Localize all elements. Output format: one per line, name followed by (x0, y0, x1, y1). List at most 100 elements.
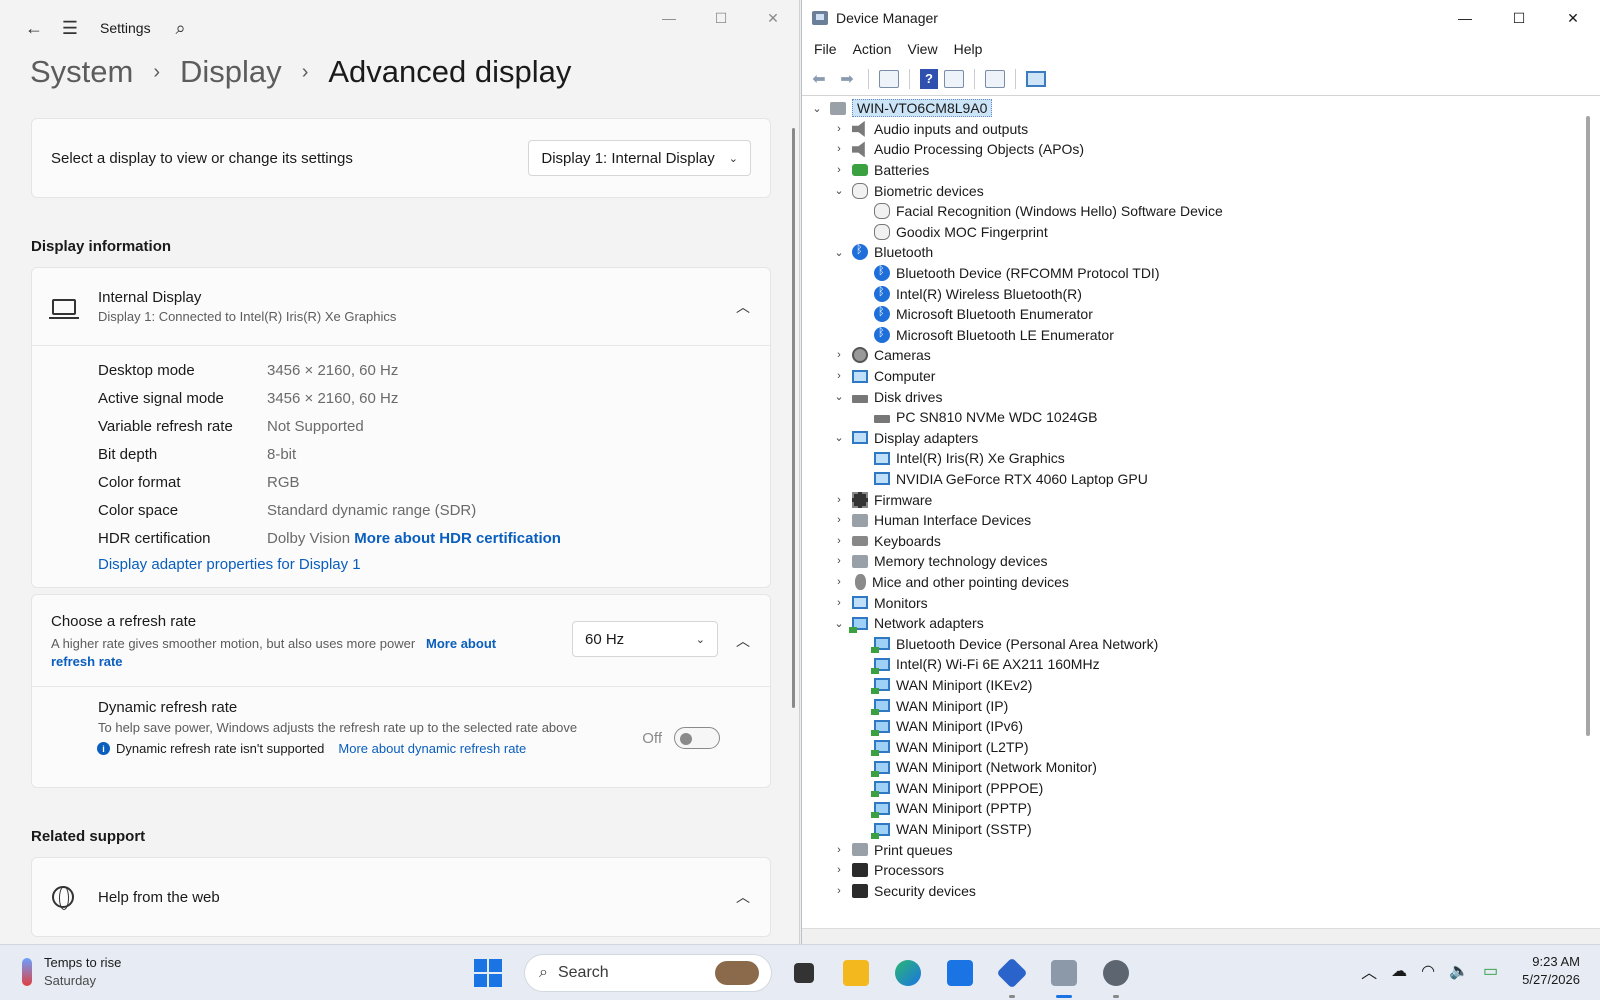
chevron-down-icon[interactable]: ⌄ (810, 102, 824, 115)
chevron-right-icon[interactable]: › (832, 597, 846, 609)
chevron-right-icon[interactable]: › (832, 164, 846, 176)
help-from-web-card[interactable]: Help from the web ︿ (31, 857, 771, 937)
chevron-down-icon[interactable]: ⌄ (832, 184, 846, 197)
tree-device[interactable]: WAN Miniport (IKEv2) (802, 675, 1572, 696)
display-select-dropdown[interactable]: Display 1: Internal Display ⌄ (528, 140, 751, 176)
chevron-up-icon[interactable]: ︿ (736, 297, 750, 317)
back-arrow-icon[interactable]: ⬅ (808, 68, 830, 90)
task-view-icon[interactable] (784, 953, 824, 993)
chevron-right-icon[interactable]: › (832, 370, 846, 382)
horizontal-scrollbar[interactable] (802, 928, 1600, 944)
tree-device[interactable]: WAN Miniport (PPTP) (802, 798, 1572, 819)
settings-gear-icon[interactable] (1096, 953, 1136, 998)
update-driver-icon[interactable] (985, 69, 1005, 88)
chevron-right-icon[interactable]: › (832, 555, 846, 567)
scrollbar[interactable] (792, 128, 795, 708)
tree-category[interactable]: ⌄ Bluetooth (802, 242, 1572, 263)
tree-root[interactable]: ⌄ WIN-VTO6CM8L9A0 (802, 98, 1572, 119)
adapter-properties-link[interactable]: Display adapter properties for Display 1 (98, 556, 361, 573)
file-explorer-icon[interactable] (836, 953, 876, 993)
tree-category[interactable]: ⌄ Network adapters (802, 613, 1572, 634)
tree-device[interactable]: WAN Miniport (PPPOE) (802, 778, 1572, 799)
chevron-down-icon[interactable]: ⌄ (832, 246, 846, 259)
minimize-button[interactable]: — (643, 0, 695, 36)
chevron-right-icon[interactable]: › (832, 349, 846, 361)
wifi-icon[interactable]: ◠ (1421, 961, 1435, 981)
chevron-right-icon[interactable]: › (832, 864, 846, 876)
close-button[interactable]: ✕ (747, 0, 799, 36)
powershell-icon[interactable] (992, 953, 1032, 998)
chevron-right-icon[interactable]: › (832, 514, 846, 526)
tree-device[interactable]: Microsoft Bluetooth Enumerator (802, 304, 1572, 325)
scrollbar[interactable] (1586, 116, 1590, 736)
battery-icon[interactable]: ▭ (1483, 961, 1498, 981)
tree-category[interactable]: ⌄ Biometric devices (802, 180, 1572, 201)
tree-category[interactable]: › Cameras (802, 345, 1572, 366)
menu-help[interactable]: Help (946, 41, 991, 57)
chevron-up-icon[interactable]: ︿ (1361, 959, 1377, 983)
tree-device[interactable]: Intel(R) Wireless Bluetooth(R) (802, 283, 1572, 304)
chevron-right-icon[interactable]: › (832, 885, 846, 897)
tree-category[interactable]: › Memory technology devices (802, 551, 1572, 572)
tree-category[interactable]: › Processors (802, 860, 1572, 881)
chevron-down-icon[interactable]: ⌄ (832, 617, 846, 630)
breadcrumb-display[interactable]: Display (180, 54, 282, 90)
volume-icon[interactable]: 🔈 (1449, 961, 1469, 981)
device-manager-taskbar-icon[interactable] (1044, 953, 1084, 998)
chevron-right-icon[interactable]: › (832, 576, 846, 588)
tree-category[interactable]: › Human Interface Devices (802, 510, 1572, 531)
chevron-up-icon[interactable]: ︿ (736, 887, 750, 907)
tree-device[interactable]: Facial Recognition (Windows Hello) Softw… (802, 201, 1572, 222)
tree-device[interactable]: WAN Miniport (IPv6) (802, 716, 1572, 737)
tree-device[interactable]: Bluetooth Device (Personal Area Network) (802, 633, 1572, 654)
tree-device[interactable]: PC SN810 NVMe WDC 1024GB (802, 407, 1572, 428)
search-icon[interactable]: ⌕ (163, 10, 199, 46)
chevron-right-icon[interactable]: › (832, 123, 846, 135)
chevron-right-icon[interactable]: › (832, 494, 846, 506)
hamburger-icon[interactable]: ☰ (52, 10, 88, 46)
breadcrumb-system[interactable]: System (30, 54, 133, 90)
properties-icon[interactable] (944, 69, 964, 88)
chevron-right-icon[interactable]: › (832, 535, 846, 547)
hdr-certification-link[interactable]: More about HDR certification (354, 530, 561, 547)
tree-device[interactable]: WAN Miniport (L2TP) (802, 736, 1572, 757)
dynamic-refresh-link[interactable]: More about dynamic refresh rate (338, 741, 526, 756)
maximize-button[interactable]: ☐ (1492, 0, 1546, 36)
menu-view[interactable]: View (899, 41, 945, 57)
scan-hardware-icon[interactable] (1026, 70, 1046, 87)
chevron-down-icon[interactable]: ⌄ (832, 390, 846, 403)
close-button[interactable]: ✕ (1546, 0, 1600, 36)
tree-device[interactable]: NVIDIA GeForce RTX 4060 Laptop GPU (802, 469, 1572, 490)
tree-device[interactable]: WAN Miniport (Network Monitor) (802, 757, 1572, 778)
store-icon[interactable] (940, 953, 980, 993)
tree-category[interactable]: ⌄ Disk drives (802, 386, 1572, 407)
display-info-header[interactable]: Internal Display Display 1: Connected to… (32, 268, 770, 346)
show-hide-console-tree-icon[interactable] (879, 69, 899, 88)
tree-category[interactable]: › Print queues (802, 839, 1572, 860)
dynamic-refresh-toggle[interactable] (674, 727, 720, 749)
chevron-down-icon[interactable]: ⌄ (832, 431, 846, 444)
taskbar-search[interactable]: ⌕ Search (524, 954, 772, 992)
cloud-off-icon[interactable]: ☁ (1391, 961, 1407, 981)
tree-device[interactable]: Bluetooth Device (RFCOMM Protocol TDI) (802, 263, 1572, 284)
forward-arrow-icon[interactable]: ➡ (836, 68, 858, 90)
chevron-right-icon[interactable]: › (832, 143, 846, 155)
tree-category[interactable]: › Security devices (802, 881, 1572, 902)
tree-device[interactable]: Microsoft Bluetooth LE Enumerator (802, 325, 1572, 346)
back-arrow-icon[interactable]: ← (16, 10, 52, 46)
edge-icon[interactable] (888, 953, 928, 993)
menu-action[interactable]: Action (845, 41, 900, 57)
tree-category[interactable]: › Keyboards (802, 530, 1572, 551)
start-button[interactable] (474, 959, 502, 987)
tree-device[interactable]: WAN Miniport (SSTP) (802, 819, 1572, 840)
tree-category[interactable]: ⌄ Display adapters (802, 428, 1572, 449)
tree-device[interactable]: Goodix MOC Fingerprint (802, 222, 1572, 243)
minimize-button[interactable]: — (1438, 0, 1492, 36)
tree-category[interactable]: › Monitors (802, 592, 1572, 613)
clock[interactable]: 9:23 AM 5/27/2026 (1522, 953, 1580, 989)
tree-device[interactable]: Intel(R) Wi-Fi 6E AX211 160MHz (802, 654, 1572, 675)
menu-file[interactable]: File (806, 41, 845, 57)
tree-category[interactable]: › Audio Processing Objects (APOs) (802, 139, 1572, 160)
refresh-rate-dropdown[interactable]: 60 Hz ⌄ (572, 621, 718, 657)
tree-category[interactable]: › Computer (802, 366, 1572, 387)
